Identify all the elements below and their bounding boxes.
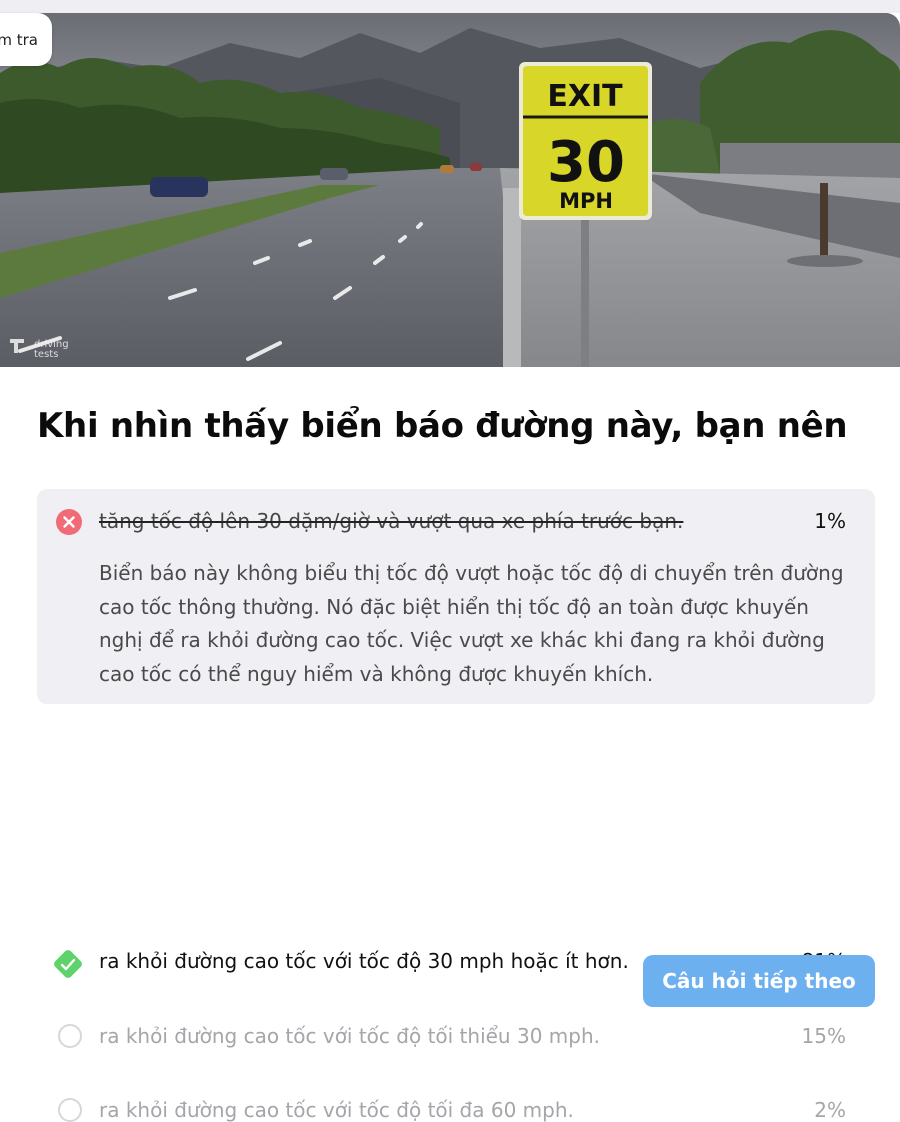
test-mode-chip-label: m tra — [0, 30, 38, 49]
sign-top-text: EXIT — [547, 79, 623, 114]
answer-percent: 2% — [814, 1098, 846, 1122]
answer-percent: 1% — [814, 509, 846, 533]
question-title: Khi nhìn thấy biển báo đường này, bạn nê… — [37, 406, 848, 446]
radio-circle-icon — [58, 1098, 82, 1122]
answer-text: ra khỏi đường cao tốc với tốc độ tối đa … — [99, 1098, 574, 1122]
answer-text: tăng tốc độ lên 30 dặm/giờ và vượt qua x… — [99, 509, 684, 533]
radio-circle-icon — [58, 1024, 82, 1048]
correct-check-icon — [51, 947, 85, 985]
answer-list: tăng tốc độ lên 30 dặm/giờ và vượt qua x… — [37, 489, 875, 1122]
question-image: EXIT 30 MPH driving tests — [0, 13, 900, 367]
watermark-line2: tests — [34, 349, 58, 360]
next-question-button[interactable]: Câu hỏi tiếp theo — [643, 955, 875, 1007]
test-mode-chip[interactable]: m tra — [0, 13, 52, 66]
answer-text: ra khỏi đường cao tốc với tốc độ 30 mph … — [99, 949, 629, 973]
answer-text: ra khỏi đường cao tốc với tốc độ tối thi… — [99, 1024, 600, 1048]
sign-unit-text: MPH — [559, 189, 613, 213]
wrong-x-icon — [56, 509, 82, 535]
answer-option[interactable]: ra khỏi đường cao tốc với tốc độ tối đa … — [37, 853, 875, 1122]
answer-explanation: Biển báo này không biểu thị tốc độ vượt … — [99, 561, 844, 686]
top-strip — [0, 0, 900, 13]
answer-option[interactable]: ra khỏi đường cao tốc với tốc độ tối thi… — [37, 779, 875, 1048]
sign-number-text: 30 — [547, 130, 625, 195]
next-question-label: Câu hỏi tiếp theo — [662, 969, 856, 993]
answer-option-correct[interactable]: ra khỏi đường cao tốc với tốc độ 30 mph … — [37, 704, 875, 978]
answer-option-wrong[interactable]: tăng tốc độ lên 30 dặm/giờ và vượt qua x… — [37, 489, 875, 704]
answer-percent: 15% — [801, 1024, 846, 1048]
